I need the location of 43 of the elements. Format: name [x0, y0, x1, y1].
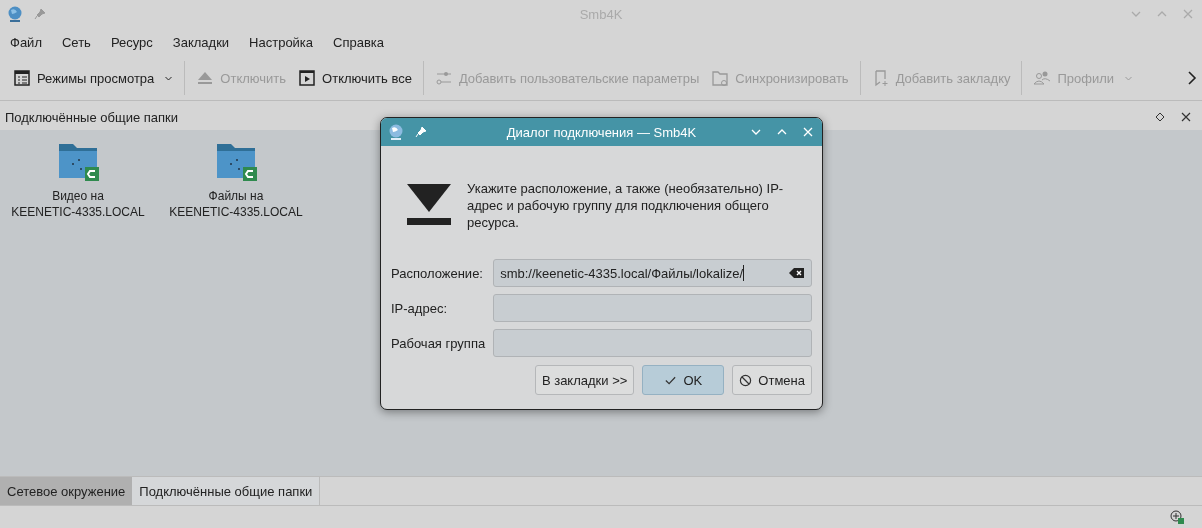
field-label: IP-адрес: — [391, 300, 448, 316]
network-status-icon — [1170, 510, 1184, 524]
tab[interactable]: Подключённые общие папки — [132, 477, 321, 505]
menu-item[interactable]: Файл — [10, 34, 42, 50]
dialog-button[interactable]: Отмена — [732, 365, 812, 395]
menu-item[interactable]: Закладки — [172, 34, 230, 50]
close-icon[interactable] — [1180, 111, 1192, 123]
share-label: Файлы на — [208, 188, 264, 204]
shared-folder-icon[interactable] — [215, 142, 257, 184]
input-field[interactable]: smb://keenetic-4335.local/Файлы/lokalize/ — [493, 259, 812, 287]
float-icon[interactable] — [1154, 111, 1166, 123]
list-window-icon — [13, 69, 31, 87]
overflow-chevron-icon[interactable] — [1186, 69, 1198, 87]
field-label: Рабочая группа — [391, 335, 486, 351]
sliders-icon — [434, 69, 453, 87]
tab[interactable]: Сетевое окружение — [0, 477, 133, 505]
shared-folder-icon[interactable] — [57, 142, 99, 184]
dialog-message: Укажите расположение, а также (необязательно) IP-адрес и рабочую группу для подключения общего ресурса. — [467, 180, 785, 231]
menu-item[interactable]: Ресурс — [110, 34, 153, 50]
clear-icon[interactable] — [789, 267, 805, 279]
share-label: KEENETIC-4335.LOCAL — [11, 204, 145, 220]
input-field[interactable] — [493, 294, 812, 322]
panel-title: Подключённые общие папки — [5, 109, 179, 125]
folder-sync-icon — [711, 69, 730, 87]
app-globe-icon — [6, 5, 24, 23]
people-icon — [1033, 69, 1052, 87]
share-label: KEENETIC-4335.LOCAL — [169, 204, 303, 220]
toolbar-button[interactable]: Отключить все — [293, 65, 417, 91]
input-field[interactable] — [493, 329, 812, 357]
play-window-icon — [298, 69, 317, 87]
menu-item[interactable]: Настройка — [249, 34, 314, 50]
share-label: Видео на — [52, 188, 104, 204]
menu-item[interactable]: Сеть — [61, 34, 91, 50]
pin-icon[interactable] — [34, 8, 46, 20]
field-label: Расположение: — [391, 265, 484, 281]
cancel-icon — [739, 373, 753, 387]
menu-item[interactable]: Справка — [333, 34, 385, 50]
dialog-button[interactable]: В закладки >> — [534, 365, 635, 395]
mount-icon — [407, 182, 451, 226]
toolbar-button[interactable]: Режимы просмотра — [8, 65, 179, 91]
app-globe-icon — [387, 123, 405, 141]
dialog-title: Диалог подключения — Smb4K — [505, 124, 698, 140]
dialog-button[interactable]: OK — [642, 365, 725, 395]
